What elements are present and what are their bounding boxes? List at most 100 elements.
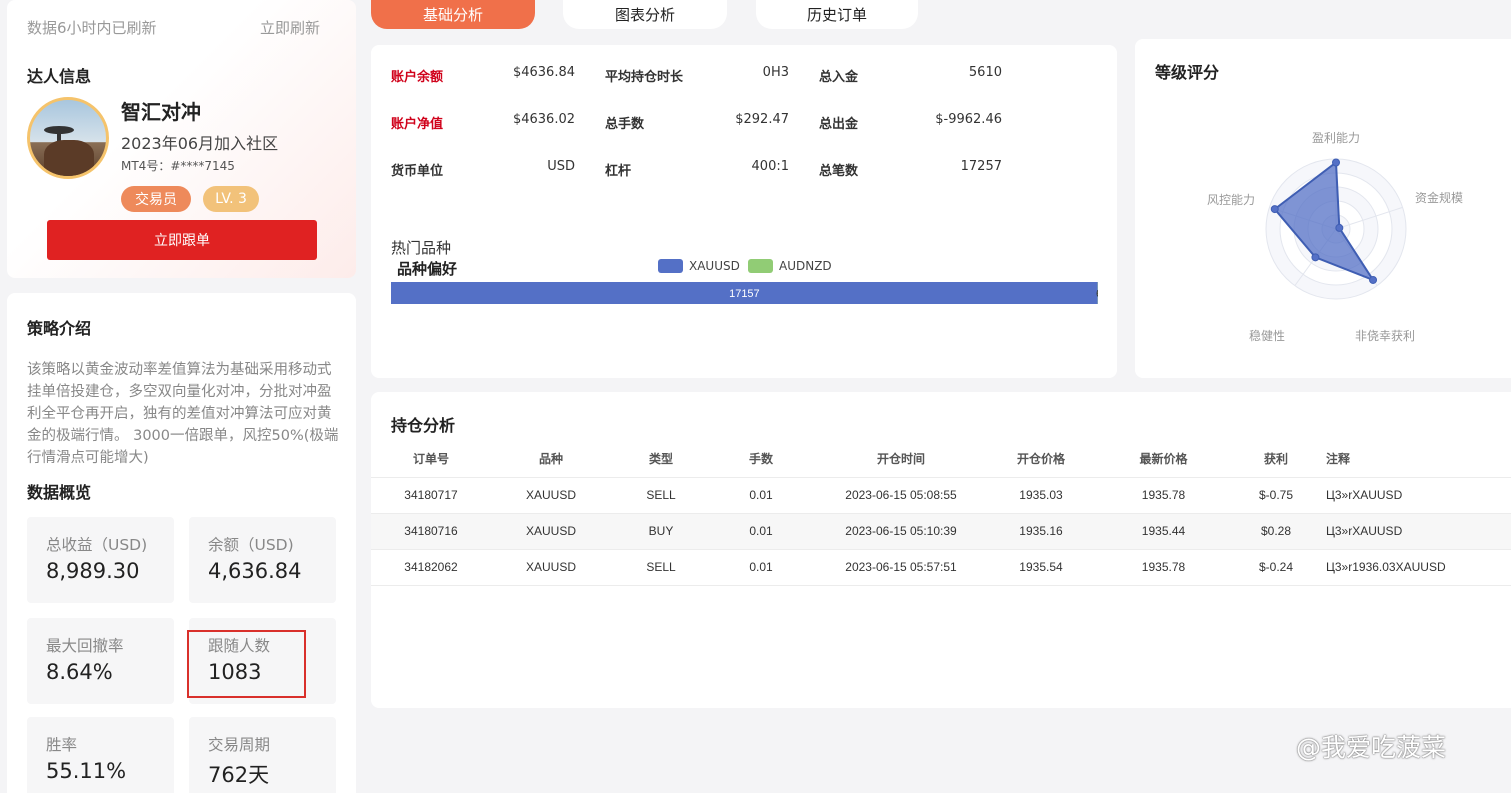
total-deposit-value: 5610 [968,65,1002,80]
mt4-account: MT4号：#****7145 [121,159,235,173]
profile-section-title: 达人信息 [27,67,92,86]
join-date: 2023年06月加入社区 [121,134,279,153]
avatar [27,97,109,179]
radar-indicator-label: 风控能力 [1207,193,1255,207]
followers-highlight-box [187,630,306,698]
follow-trade-button[interactable]: 立即跟单 [47,220,317,260]
positions-title: 持仓分析 [391,416,456,435]
total-withdrawal-label: 总出金 [819,117,859,132]
table-row: 34182062 XAUUSD SELL 0.01 2023-06-15 05:… [371,549,1511,586]
profit: $-0.24 [1236,549,1316,586]
rating-radar-chart: 盈利能力资金规模非侥幸获利 稳健性 风控能力 [1207,131,1463,343]
stat-label: 余额（USD) [208,536,294,554]
stat-value: 4,636.84 [208,559,302,583]
account-equity-value: $4636.02 [512,112,575,127]
tab-history-orders[interactable]: 历史订单 [756,0,918,29]
comment: Ц3»rXAUUSD [1316,513,1511,550]
rating-card: 等级评分 盈利能力 资金规模 非侥幸获利 稳健性 风控能力 [1135,39,1511,378]
tab-chart-analysis[interactable]: 图表分析 [563,0,727,29]
stat-balance: 余额（USD) 4,636.84 [189,517,336,603]
lots: 0.01 [711,549,811,586]
order-type: SELL [611,549,711,586]
order-type: SELL [611,477,711,514]
total-lots-label: 总手数 [605,117,645,132]
leverage-label: 杠杆 [605,164,632,179]
currency-value: USD [547,159,575,174]
lots: 0.01 [711,513,811,550]
stat-value: 8.64% [46,660,113,684]
legend-item-xauusd[interactable]: XAUUSD [658,259,740,273]
strategy-description: 该策略以黄金波动率差值算法为基础采用移动式挂单倍投建仓，多空双向量化对冲，分批对… [27,362,339,466]
watermark-text: @我爱吃菠菜 [1296,733,1447,762]
symbol-preference-title: 品种偏好 [397,260,458,278]
profit: $-0.75 [1236,477,1316,514]
avg-hold-time-value: 0H3 [762,65,789,80]
stat-max-drawdown: 最大回撤率 8.64% [27,618,174,704]
positions-table: 订单号 品种 类型 手数 开仓时间 开仓价格 最新价格 获利 注释 341807… [371,441,1511,586]
tab-basic-analysis[interactable]: 基础分析 [371,0,535,29]
positions-card: 持仓分析 订单号 品种 类型 手数 开仓时间 开仓价格 最新价格 获利 注释 3… [371,392,1511,708]
radar-indicator-label: 稳健性 [1249,328,1285,343]
stat-win-rate: 胜率 55.11% [27,717,174,793]
column-header: 开仓价格 [991,441,1091,478]
order-type: BUY [611,513,711,550]
account-balance-value: $4636.84 [512,65,575,80]
column-header: 最新价格 [1091,441,1236,478]
refresh-row: 数据6小时内已刷新 立即刷新 [27,17,320,38]
stat-label: 总收益（USD) [46,536,148,554]
legend-swatch [748,259,773,273]
strategy-title: 策略介绍 [27,319,92,338]
legend-item-audnzd[interactable]: AUDNZD [748,259,832,273]
symbol: XAUUSD [491,513,611,550]
radar-point[interactable] [1369,275,1378,284]
latest-price: 1935.44 [1091,513,1236,550]
refresh-now-link[interactable]: 立即刷新 [260,17,320,38]
hot-symbols-title: 热门品种 [391,239,452,257]
symbol-preference-bar-chart: 17157 6 [391,282,1098,304]
trader-name: 智汇对冲 [121,100,201,124]
order-id: 34182062 [371,549,491,586]
latest-price: 1935.78 [1091,477,1236,514]
radar-point[interactable] [1270,205,1279,214]
legend-label: XAUUSD [689,259,740,273]
refresh-note: 数据6小时内已刷新 [27,19,157,37]
radar-point[interactable] [1335,223,1344,232]
stat-trading-period: 交易周期 762天 [189,717,336,793]
level-badge: LV. 3 [203,186,259,212]
account-summary-card: 账户余额 $4636.84 平均持仓时长 0H3 总入金 5610 账户净值 $… [371,45,1117,378]
comment: Ц3»rXAUUSD [1316,477,1511,514]
open-price: 1935.54 [991,549,1091,586]
order-id: 34180717 [371,477,491,514]
stat-total-profit: 总收益（USD) 8,989.30 [27,517,174,603]
total-lots-value: $292.47 [735,112,789,127]
account-balance-label: 账户余额 [391,70,444,85]
open-price: 1935.16 [991,513,1091,550]
account-equity-label: 账户净值 [391,117,444,132]
stat-label: 交易周期 [208,736,271,754]
radar-indicator-label: 盈利能力 [1312,131,1360,145]
radar-point[interactable] [1311,253,1320,262]
order-id: 34180716 [371,513,491,550]
open-price: 1935.03 [991,477,1091,514]
avg-hold-time-label: 平均持仓时长 [605,70,684,85]
stat-label: 最大回撤率 [46,637,124,655]
table-row: 34180716 XAUUSD BUY 0.01 2023-06-15 05:1… [371,513,1511,550]
column-header: 品种 [491,441,611,478]
column-header: 获利 [1236,441,1316,478]
stat-value: 55.11% [46,759,127,783]
radar-point[interactable] [1332,158,1340,167]
open-time: 2023-06-15 05:10:39 [811,513,991,550]
symbol: XAUUSD [491,549,611,586]
total-deposit-label: 总入金 [819,70,859,85]
overview-title: 数据概览 [27,483,92,502]
symbol: XAUUSD [491,477,611,514]
stat-value: 8,989.30 [46,559,140,583]
total-trades-value: 17257 [960,159,1002,174]
column-header: 注释 [1316,441,1511,478]
total-withdrawal-value: $-9962.46 [935,112,1002,127]
avatar-rock-shape [44,140,94,176]
bar-data-label: 6 [1096,288,1098,300]
legend-swatch [658,259,683,273]
stat-value: 762天 [208,763,270,787]
table-row: 34180717 XAUUSD SELL 0.01 2023-06-15 05:… [371,477,1511,514]
